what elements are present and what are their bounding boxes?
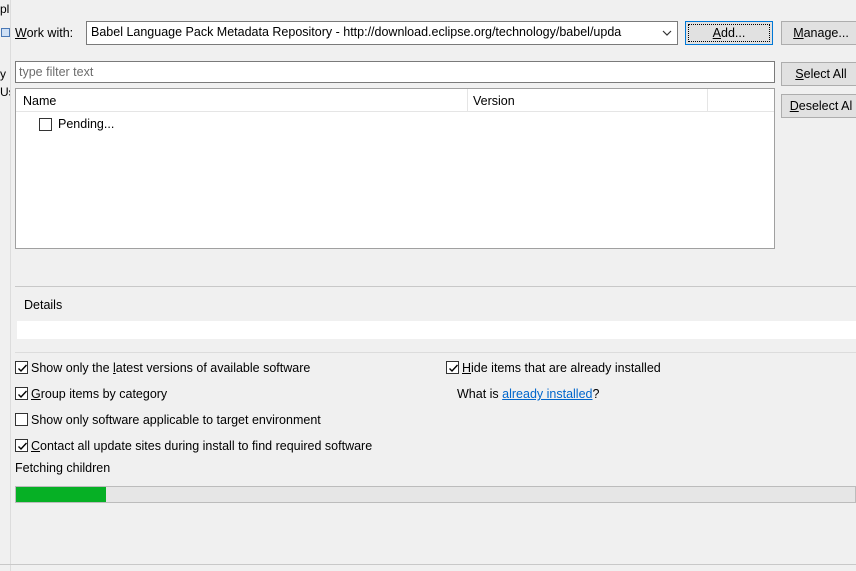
left-edge-text: y [0, 67, 6, 81]
table-header: Name Version [16, 89, 774, 112]
label-text: atest versions of available software [115, 361, 311, 375]
deselect-all-button[interactable]: Deselect Al [781, 94, 856, 118]
row-checkbox[interactable] [39, 118, 52, 131]
option-label: Contact all update sites during install … [31, 439, 372, 453]
what-is-installed-text: What is already installed? [457, 387, 599, 401]
select-all-button[interactable]: Select All [781, 62, 856, 86]
left-edge-text: pl [0, 2, 10, 16]
work-with-label: Work with: [15, 26, 73, 40]
button-label: eselect Al [798, 99, 853, 113]
hide-installed-option[interactable]: Hide items that are already installed [446, 361, 746, 377]
work-with-combo[interactable]: Babel Language Pack Metadata Repository … [86, 21, 678, 45]
label-text: ide items that are already installed [471, 361, 661, 375]
label-text: Show only software applicable to target … [31, 413, 321, 427]
label-text: ontact all update sites during install t… [40, 439, 373, 453]
checkbox[interactable] [15, 439, 28, 452]
left-edge-text: Us [0, 85, 10, 99]
mnemonic: S [795, 67, 804, 81]
contact-update-sites-option[interactable]: Contact all update sites during install … [15, 439, 435, 455]
divider [15, 352, 856, 353]
left-panel-edge: pl y Us [0, 0, 11, 571]
mnemonic: D [789, 99, 799, 113]
button-label: elect All [803, 67, 847, 81]
filter-input[interactable]: type filter text [15, 61, 775, 83]
label-text: roup items by category [40, 387, 168, 401]
checkbox[interactable] [15, 413, 28, 426]
label-text: ? [592, 387, 600, 401]
software-table[interactable]: Name Version Pending... [15, 88, 775, 249]
mnemonic: C [31, 439, 41, 453]
button-label: anage... [803, 26, 849, 40]
row-name: Pending... [58, 117, 115, 131]
checkmark-icon [18, 390, 28, 399]
progress-bar [15, 486, 856, 503]
label-text: Show only the [31, 361, 113, 375]
details-label: Details [24, 298, 63, 312]
option-label: Hide items that are already installed [462, 361, 661, 375]
details-area [17, 321, 856, 339]
repository-icon [1, 28, 10, 37]
table-row[interactable]: Pending... [16, 113, 774, 135]
option-label: Show only software applicable to target … [31, 413, 321, 427]
add-button[interactable]: Add... [685, 21, 773, 45]
mnemonic: M [793, 26, 804, 40]
checkmark-icon [449, 364, 459, 373]
mnemonic: H [462, 361, 472, 375]
latest-versions-option[interactable]: Show only the latest versions of availab… [15, 361, 435, 377]
progress-fill [16, 487, 106, 502]
divider [15, 286, 856, 287]
option-label: Show only the latest versions of availab… [31, 361, 310, 375]
divider [0, 564, 856, 565]
status-text: Fetching children [15, 461, 111, 475]
mnemonic: W [15, 26, 27, 40]
chevron-down-icon [662, 30, 672, 36]
column-header-name[interactable]: Name [23, 94, 56, 108]
column-header-version[interactable]: Version [473, 94, 515, 108]
filter-placeholder: type filter text [19, 65, 94, 79]
checkmark-icon [18, 364, 28, 373]
manage-button[interactable]: Manage... [781, 21, 856, 45]
checkbox[interactable] [15, 387, 28, 400]
checkbox[interactable] [15, 361, 28, 374]
label-text: ork with: [26, 26, 74, 40]
target-environment-option[interactable]: Show only software applicable to target … [15, 413, 435, 429]
work-with-value: Babel Language Pack Metadata Repository … [91, 25, 622, 39]
checkmark-icon [18, 442, 28, 451]
mnemonic: G [31, 387, 41, 401]
label-text: What is [457, 387, 503, 401]
checkbox[interactable] [446, 361, 459, 374]
option-label: Group items by category [31, 387, 167, 401]
already-installed-link[interactable]: already installed [502, 387, 592, 401]
group-by-category-option[interactable]: Group items by category [15, 387, 435, 403]
